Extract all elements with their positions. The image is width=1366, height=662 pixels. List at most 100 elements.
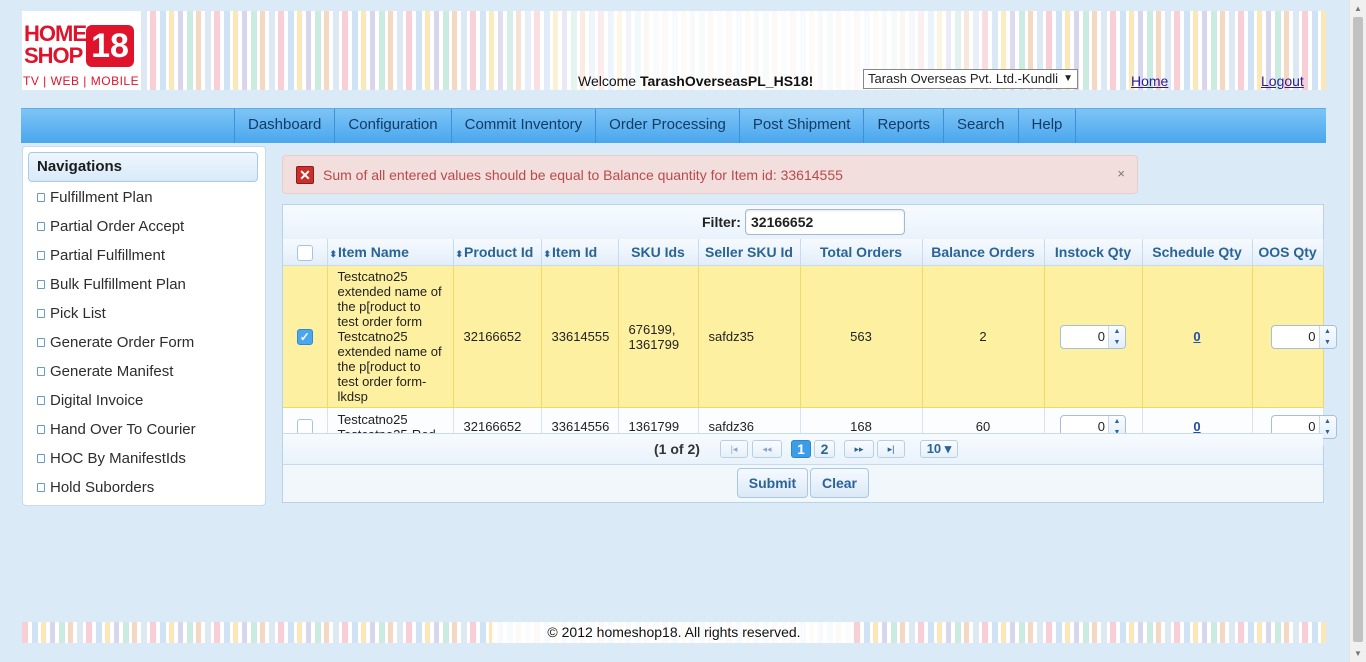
document-icon: [37, 280, 45, 289]
column-header-instock-qty: Instock Qty: [1044, 239, 1143, 266]
nav-commit-inventory[interactable]: Commit Inventory: [452, 109, 597, 143]
sidebar-item-fulfillment-plan[interactable]: Fulfillment Plan: [37, 187, 196, 216]
item-id-cell: 33614555: [541, 265, 619, 408]
nav-order-processing[interactable]: Order Processing: [596, 109, 740, 143]
document-icon: [37, 193, 45, 202]
table-row[interactable]: ✓ Testcatno25 extended name of the p[rod…: [283, 265, 1337, 408]
column-header-item-name[interactable]: ⬍Item Name: [327, 239, 454, 266]
document-icon: [37, 367, 45, 376]
next-page-button[interactable]: ▸▸: [844, 440, 874, 458]
page-2-button[interactable]: 2: [814, 440, 835, 458]
column-header-sku-ids: SKU Ids: [618, 239, 699, 266]
sidebar-item-bulk-fulfillment-plan[interactable]: Bulk Fulfillment Plan: [37, 274, 196, 303]
nav-search[interactable]: Search: [944, 109, 1019, 143]
main-navbar: Dashboard Configuration Commit Inventory…: [21, 108, 1326, 143]
select-all-checkbox[interactable]: [296, 244, 313, 261]
seller-sku-id-cell: safdz35: [698, 265, 801, 408]
submit-button[interactable]: Submit: [737, 468, 808, 498]
sort-icon: ⬍: [329, 249, 338, 259]
nav-post-shipment[interactable]: Post Shipment: [740, 109, 865, 143]
sidebar-item-partial-order-accept[interactable]: Partial Order Accept: [37, 216, 196, 245]
column-header-oos-qty: OOS Qty: [1252, 239, 1324, 266]
logo-home-text: HOME: [24, 21, 87, 46]
filter-input[interactable]: 32166652: [745, 209, 905, 235]
total-orders-cell: 563: [800, 265, 923, 408]
action-buttons: Submit Clear: [283, 464, 1323, 502]
filter-label: Filter:: [702, 214, 741, 230]
spin-up-icon[interactable]: ▲: [1109, 416, 1125, 427]
oos-qty-value: 0: [1308, 328, 1316, 344]
sku-ids-cell: 676199, 1361799: [618, 265, 699, 408]
scrollbar-thumb[interactable]: [1353, 17, 1363, 642]
document-icon: [37, 454, 45, 463]
sort-icon: ⬍: [455, 249, 464, 259]
seller-select[interactable]: Tarash Overseas Pvt. Ltd.-Kundli ▼: [863, 69, 1078, 89]
sidebar: Navigations Fulfillment Plan Partial Ord…: [22, 146, 266, 506]
home-link[interactable]: Home: [1131, 73, 1168, 89]
column-header-product-id[interactable]: ⬍Product Id: [453, 239, 542, 266]
document-icon: [37, 396, 45, 405]
document-icon: [37, 425, 45, 434]
document-icon: [37, 483, 45, 492]
close-icon[interactable]: ×: [1117, 166, 1125, 181]
orders-table: ⬍Item Name ⬍Product Id ⬍Item Id SKU Ids …: [283, 239, 1337, 446]
nav-dashboard[interactable]: Dashboard: [235, 109, 336, 143]
product-id-cell: 32166652: [453, 265, 542, 408]
copyright-text: © 2012 homeshop18. All rights reserved.: [547, 624, 801, 640]
sidebar-title[interactable]: Navigations: [28, 152, 258, 182]
spin-down-icon[interactable]: ▼: [1320, 337, 1336, 348]
column-header-total-orders: Total Orders: [800, 239, 923, 266]
item-name-cell: Testcatno25 extended name of the p[roduc…: [327, 265, 454, 408]
sidebar-item-pick-list[interactable]: Pick List: [37, 303, 196, 332]
homeshop18-logo[interactable]: HOME SHOP 18 TV | WEB | MOBILE: [22, 11, 140, 90]
clear-button[interactable]: Clear: [810, 468, 869, 498]
scroll-down-icon[interactable]: ▼: [1354, 649, 1362, 658]
spin-up-icon[interactable]: ▲: [1109, 326, 1125, 337]
instock-qty-spinner[interactable]: 0 ▲ ▼: [1060, 324, 1126, 349]
username: TarashOverseasPL_HS18: [639, 73, 809, 89]
oos-qty-spinner[interactable]: 0 ▲ ▼: [1270, 324, 1337, 349]
vertical-scrollbar[interactable]: ▲ ▼: [1349, 0, 1366, 662]
logo-tagline: TV | WEB | MOBILE: [23, 74, 140, 88]
nav-reports[interactable]: Reports: [864, 109, 944, 143]
first-page-button[interactable]: |◂: [720, 440, 748, 458]
welcome-message: Welcome TarashOverseasPL_HS18!: [578, 73, 814, 89]
paginator: (1 of 2) |◂ ◂◂ 1 2 ▸▸ ▸| 10 ▾: [283, 433, 1323, 465]
nav-help[interactable]: Help: [1019, 109, 1077, 143]
spin-up-icon[interactable]: ▲: [1320, 326, 1336, 337]
last-page-button[interactable]: ▸|: [877, 440, 905, 458]
column-header-item-id[interactable]: ⬍Item Id: [541, 239, 619, 266]
sidebar-item-generate-manifest[interactable]: Generate Manifest: [37, 361, 196, 390]
page-1-button[interactable]: 1: [791, 440, 811, 458]
footer: © 2012 homeshop18. All rights reserved.: [22, 622, 1326, 643]
document-icon: [37, 338, 45, 347]
logout-link[interactable]: Logout: [1261, 73, 1304, 89]
sidebar-item-hand-over-to-courier[interactable]: Hand Over To Courier: [37, 419, 196, 448]
error-message: Sum of all entered values should be equa…: [323, 167, 843, 183]
sort-icon: ⬍: [543, 249, 552, 259]
sidebar-item-generate-order-form[interactable]: Generate Order Form: [37, 332, 196, 361]
column-header-schedule-qty: Schedule Qty: [1142, 239, 1253, 266]
schedule-qty-link[interactable]: 0: [1193, 329, 1200, 344]
order-grid: Filter: 32166652 ⬍Item Name ⬍Product Id …: [282, 204, 1337, 503]
prev-page-button[interactable]: ◂◂: [752, 440, 782, 458]
sidebar-item-hold-suborders[interactable]: Hold Suborders: [37, 477, 196, 506]
column-header-balance-orders: Balance Orders: [922, 239, 1045, 266]
scroll-up-icon[interactable]: ▲: [1354, 4, 1362, 13]
document-icon: [37, 222, 45, 231]
rows-per-page-select[interactable]: 10 ▾: [920, 440, 958, 458]
sidebar-item-hoc-by-manifestids[interactable]: HOC By ManifestIds: [37, 448, 196, 477]
spin-down-icon[interactable]: ▼: [1109, 337, 1125, 348]
spin-up-icon[interactable]: ▲: [1320, 416, 1336, 427]
balance-orders-cell: 2: [922, 265, 1045, 408]
header-banner: HOME SHOP 18 TV | WEB | MOBILE Welcome T…: [22, 11, 1326, 90]
document-icon: [37, 251, 45, 260]
schedule-qty-link[interactable]: 0: [1193, 419, 1200, 434]
document-icon: [37, 309, 45, 318]
filter-row: Filter: 32166652: [283, 205, 1323, 240]
row-checkbox[interactable]: ✓: [296, 328, 313, 345]
sidebar-item-digital-invoice[interactable]: Digital Invoice: [37, 390, 196, 419]
sidebar-item-partial-fulfillment[interactable]: Partial Fulfillment: [37, 245, 196, 274]
dropdown-arrow-icon: ▼: [1063, 73, 1073, 84]
nav-configuration[interactable]: Configuration: [335, 109, 452, 143]
